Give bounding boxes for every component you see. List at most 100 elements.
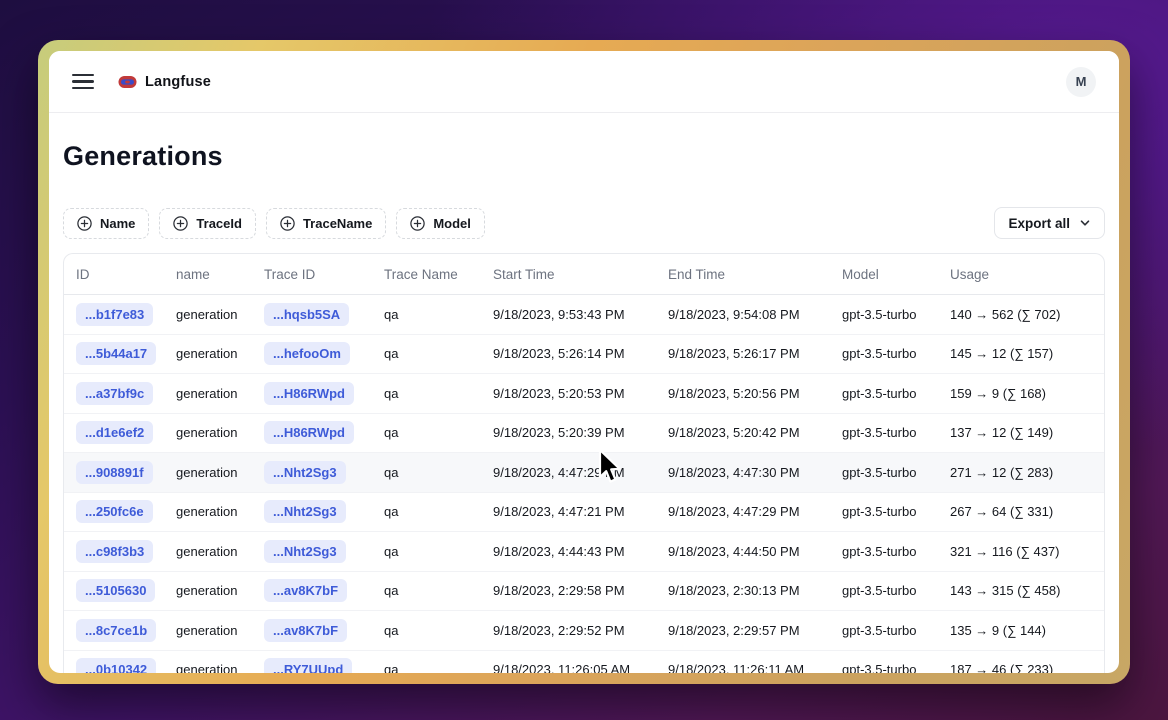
cell-model: gpt-3.5-turbo	[842, 386, 950, 401]
cell-trace-name: qa	[384, 583, 493, 598]
cell-start: 9/18/2023, 11:26:05 AM	[493, 662, 668, 673]
table-row[interactable]: ...a37bf9cgeneration...H86RWpdqa9/18/202…	[64, 374, 1104, 414]
cell-name: generation	[176, 504, 264, 519]
export-all-label: Export all	[1008, 216, 1070, 231]
id-badge[interactable]: ...0b10342	[76, 658, 156, 673]
cell-usage: 271 → 12 (∑ 283)	[950, 465, 1104, 480]
cell-start: 9/18/2023, 5:26:14 PM	[493, 346, 668, 361]
trace-id-badge[interactable]: ...av8K7bF	[264, 619, 347, 642]
trace-id-badge[interactable]: ...RY7UUpd	[264, 658, 352, 673]
trace-id-badge[interactable]: ...Nht2Sg3	[264, 500, 346, 523]
table-row[interactable]: ...b1f7e83generation...hqsb5SAqa9/18/202…	[64, 295, 1104, 335]
cell-model: gpt-3.5-turbo	[842, 307, 950, 322]
cell-model: gpt-3.5-turbo	[842, 544, 950, 559]
cell-trace-id: ...H86RWpd	[264, 382, 384, 405]
cell-end: 9/18/2023, 2:29:57 PM	[668, 623, 842, 638]
cell-name: generation	[176, 544, 264, 559]
id-badge[interactable]: ...d1e6ef2	[76, 421, 153, 444]
table-row[interactable]: ...0b10342 generation...RY7UUpd qa9/18/202…	[64, 651, 1104, 674]
trace-id-badge[interactable]: ...hqsb5SA	[264, 303, 349, 326]
cell-start: 9/18/2023, 4:44:43 PM	[493, 544, 668, 559]
cell-start: 9/18/2023, 5:20:39 PM	[493, 425, 668, 440]
cell-end: 9/18/2023, 9:54:08 PM	[668, 307, 842, 322]
export-all-button[interactable]: Export all	[994, 207, 1105, 239]
top-bar: Langfuse M	[49, 51, 1119, 113]
hamburger-menu-icon[interactable]	[72, 74, 94, 90]
column-header: ID	[64, 267, 176, 282]
cell-start: 9/18/2023, 2:29:58 PM	[493, 583, 668, 598]
id-badge[interactable]: ...5b44a17	[76, 342, 156, 365]
column-header: name	[176, 267, 264, 282]
cell-usage: 267 → 64 (∑ 331)	[950, 504, 1104, 519]
cell-trace-id: ...RY7UUpd	[264, 658, 384, 673]
brand[interactable]: Langfuse	[118, 74, 211, 90]
filter-label: TraceId	[196, 216, 242, 231]
cell-usage: 159 → 9 (∑ 168)	[950, 386, 1104, 401]
trace-id-badge[interactable]: ...Nht2Sg3	[264, 540, 346, 563]
filter-label: TraceName	[303, 216, 372, 231]
cell-id: ...250fc6e	[64, 500, 176, 523]
trace-id-badge[interactable]: ...av8K7bF	[264, 579, 347, 602]
table-header-row: IDnameTrace IDTrace NameStart TimeEnd Ti…	[64, 254, 1104, 295]
column-header: Start Time	[493, 267, 668, 282]
cell-trace-name: qa	[384, 623, 493, 638]
filter-button-model[interactable]: Model	[396, 208, 485, 239]
trace-id-badge[interactable]: ...hefooOm	[264, 342, 350, 365]
table-row[interactable]: ...c98f3b3 generation...Nht2Sg3 qa9/18/202…	[64, 532, 1104, 572]
cell-model: gpt-3.5-turbo	[842, 465, 950, 480]
cell-trace-name: qa	[384, 544, 493, 559]
cell-end: 9/18/2023, 5:26:17 PM	[668, 346, 842, 361]
cell-name: generation	[176, 346, 264, 361]
id-badge[interactable]: ...250fc6e	[76, 500, 153, 523]
cell-usage: 321 → 116 (∑ 437)	[950, 544, 1104, 559]
cell-id: ...c98f3b3	[64, 540, 176, 563]
filter-button-tracename[interactable]: TraceName	[266, 208, 386, 239]
filter-button-traceid[interactable]: TraceId	[159, 208, 256, 239]
cell-end: 9/18/2023, 4:47:29 PM	[668, 504, 842, 519]
filter-toolbar: Name TraceId TraceName Model Export all	[63, 207, 1105, 239]
cell-id: ...5105630	[64, 579, 176, 602]
plus-circle-icon	[280, 216, 295, 231]
table-row[interactable]: ...250fc6egeneration...Nht2Sg3qa9/18/202…	[64, 493, 1104, 533]
cell-end: 9/18/2023, 2:30:13 PM	[668, 583, 842, 598]
cell-model: gpt-3.5-turbo	[842, 346, 950, 361]
id-badge[interactable]: ...b1f7e83	[76, 303, 153, 326]
cell-start: 9/18/2023, 4:47:29 PM	[493, 465, 668, 480]
cell-usage: 145 → 12 (∑ 157)	[950, 346, 1104, 361]
cell-usage: 135 → 9 (∑ 144)	[950, 623, 1104, 638]
trace-id-badge[interactable]: ...Nht2Sg3	[264, 461, 346, 484]
id-badge[interactable]: ...5105630	[76, 579, 155, 602]
id-badge[interactable]: ...a37bf9c	[76, 382, 153, 405]
cell-trace-name: qa	[384, 465, 493, 480]
table-row[interactable]: ...5105630generation...av8K7bFqa9/18/202…	[64, 572, 1104, 612]
filter-label: Name	[100, 216, 135, 231]
cell-model: gpt-3.5-turbo	[842, 425, 950, 440]
cell-name: generation	[176, 307, 264, 322]
cell-name: generation	[176, 662, 264, 673]
cell-usage: 140 → 562 (∑ 702)	[950, 307, 1104, 322]
cell-model: gpt-3.5-turbo	[842, 583, 950, 598]
table-row[interactable]: ...908891fgeneration...Nht2Sg3qa9/18/202…	[64, 453, 1104, 493]
cell-trace-id: ...H86RWpd	[264, 421, 384, 444]
cell-end: 9/18/2023, 4:47:30 PM	[668, 465, 842, 480]
trace-id-badge[interactable]: ...H86RWpd	[264, 382, 354, 405]
cell-start: 9/18/2023, 9:53:43 PM	[493, 307, 668, 322]
table-row[interactable]: ...8c7ce1bgeneration...av8K7bFqa9/18/202…	[64, 611, 1104, 651]
cell-usage: 143 → 315 (∑ 458)	[950, 583, 1104, 598]
id-badge[interactable]: ...c98f3b3	[76, 540, 153, 563]
cell-trace-name: qa	[384, 662, 493, 673]
brand-name: Langfuse	[145, 74, 211, 90]
cell-start: 9/18/2023, 2:29:52 PM	[493, 623, 668, 638]
cell-usage: 137 → 12 (∑ 149)	[950, 425, 1104, 440]
trace-id-badge[interactable]: ...H86RWpd	[264, 421, 354, 444]
column-header: End Time	[668, 267, 842, 282]
table-row[interactable]: ...d1e6ef2generation...H86RWpdqa9/18/202…	[64, 414, 1104, 454]
id-badge[interactable]: ...8c7ce1b	[76, 619, 156, 642]
table-row[interactable]: ...5b44a17generation...hefooOmqa9/18/202…	[64, 335, 1104, 375]
cell-id: ...8c7ce1b	[64, 619, 176, 642]
id-badge[interactable]: ...908891f	[76, 461, 153, 484]
filter-button-name[interactable]: Name	[63, 208, 149, 239]
cell-name: generation	[176, 583, 264, 598]
user-avatar[interactable]: M	[1066, 67, 1096, 97]
cell-start: 9/18/2023, 5:20:53 PM	[493, 386, 668, 401]
